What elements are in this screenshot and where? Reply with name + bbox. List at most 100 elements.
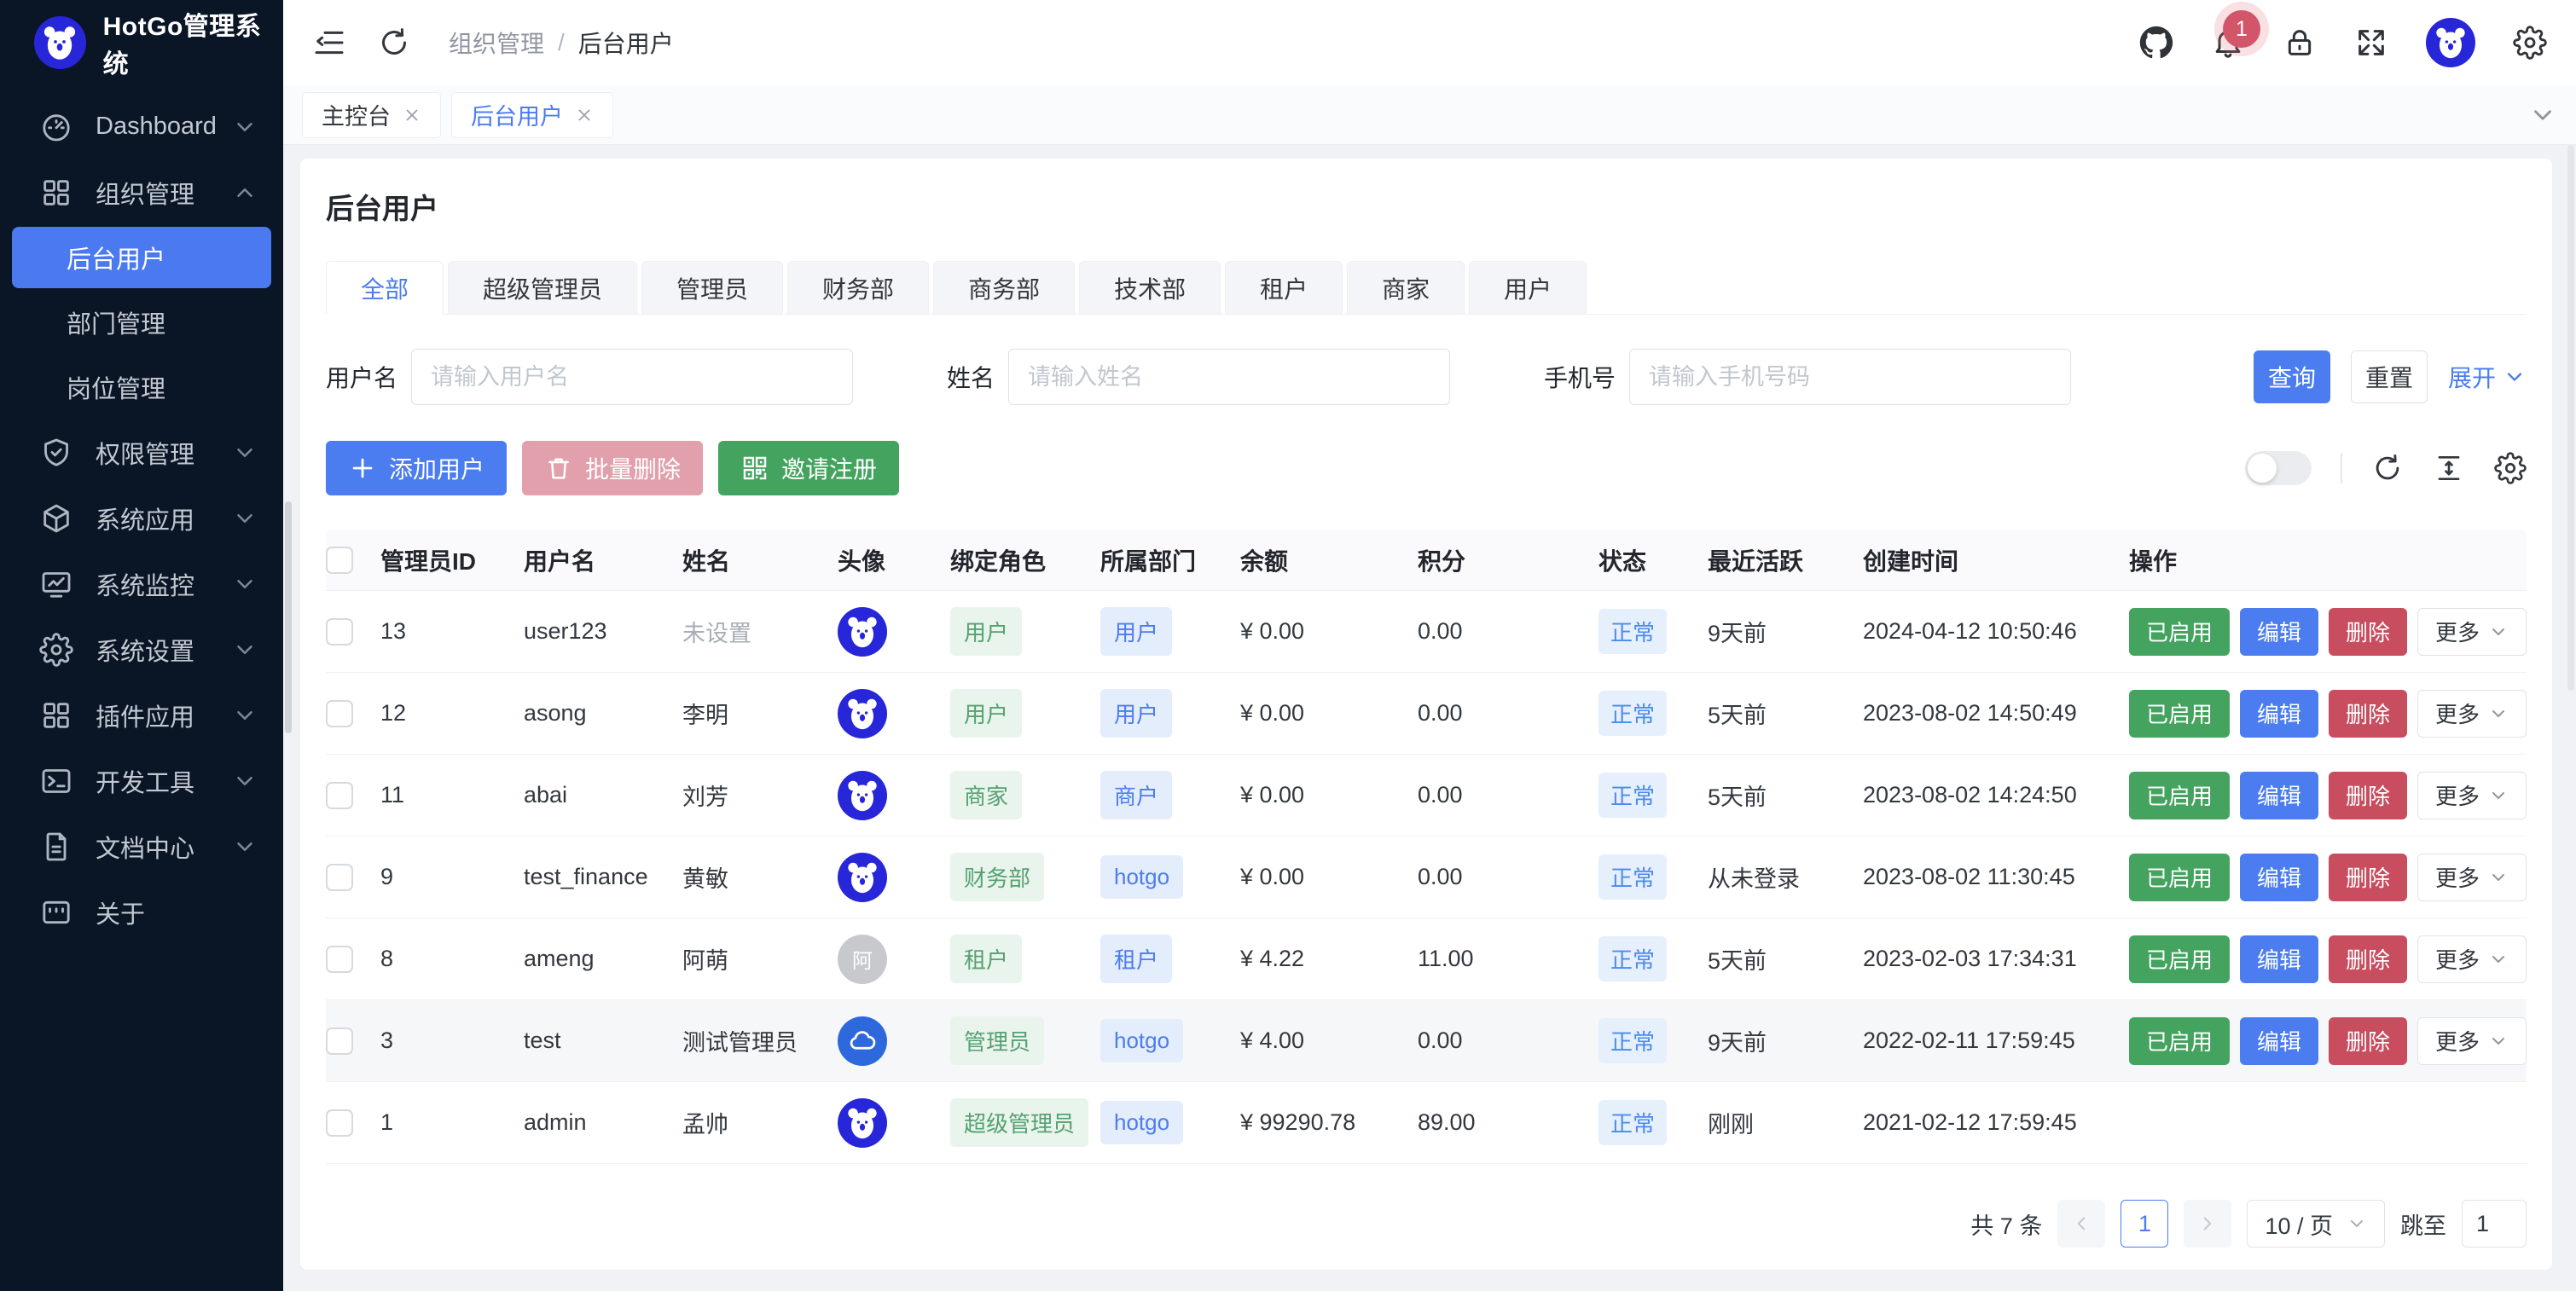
sidebar-item-about[interactable]: 关于 bbox=[0, 879, 283, 945]
delete-button[interactable]: 删除 bbox=[2329, 608, 2407, 656]
close-icon[interactable] bbox=[575, 106, 594, 124]
select-all-checkbox[interactable] bbox=[326, 547, 353, 574]
next-page-button[interactable] bbox=[2184, 1200, 2231, 1248]
sidebar-item-dev-tools[interactable]: 开发工具 bbox=[0, 748, 283, 813]
collapse-sidebar-icon[interactable] bbox=[312, 26, 346, 60]
sidebar-item-organization[interactable]: 组织管理 bbox=[0, 159, 283, 225]
table-row[interactable]: 11 abai 刘芳 商家 商户 ¥ 0.00 0.00 正常 5天前 2023… bbox=[326, 755, 2527, 837]
realname-input[interactable] bbox=[1008, 349, 1450, 405]
row-checkbox[interactable] bbox=[326, 1109, 353, 1137]
table-row[interactable]: 3 test 测试管理员 管理员 hotgo ¥ 4.00 0.00 正常 9天… bbox=[326, 1000, 2527, 1082]
delete-button[interactable]: 删除 bbox=[2329, 854, 2407, 901]
page-number-1[interactable]: 1 bbox=[2121, 1200, 2168, 1248]
table-row[interactable]: 13 user123 未设置 用户 用户 ¥ 0.00 0.00 正常 9天前 … bbox=[326, 591, 2527, 673]
delete-button[interactable]: 删除 bbox=[2329, 935, 2407, 983]
more-button[interactable]: 更多 bbox=[2417, 608, 2527, 656]
sidebar-scrollbar[interactable] bbox=[285, 501, 292, 733]
row-checkbox[interactable] bbox=[326, 1028, 353, 1055]
tab-list-chevron-icon[interactable] bbox=[2528, 101, 2557, 130]
table-row[interactable]: 1 admin 孟帅 超级管理员 hotgo ¥ 99290.78 89.00 … bbox=[326, 1082, 2527, 1164]
breadcrumb-current[interactable]: 后台用户 bbox=[578, 26, 674, 60]
invite-register-button[interactable]: 邀请注册 bbox=[718, 441, 899, 495]
row-checkbox[interactable] bbox=[326, 864, 353, 891]
delete-button[interactable]: 删除 bbox=[2329, 772, 2407, 819]
expand-filters-link[interactable]: 展开 bbox=[2448, 360, 2527, 394]
row-density-icon[interactable] bbox=[2433, 452, 2465, 484]
filter-tab[interactable]: 商家 bbox=[1347, 261, 1465, 314]
filter-tab[interactable]: 技术部 bbox=[1079, 261, 1221, 314]
fullscreen-icon[interactable] bbox=[2354, 26, 2388, 60]
window-scrollbar[interactable] bbox=[2567, 145, 2574, 691]
enabled-button[interactable]: 已启用 bbox=[2129, 608, 2230, 656]
page-size-select[interactable]: 10 / 页 bbox=[2247, 1200, 2385, 1248]
close-icon[interactable] bbox=[403, 106, 421, 124]
enabled-button[interactable]: 已启用 bbox=[2129, 1017, 2230, 1065]
prev-page-button[interactable] bbox=[2057, 1200, 2105, 1248]
notifications-button[interactable]: 1 bbox=[2211, 26, 2245, 60]
add-user-button[interactable]: 添加用户 bbox=[326, 441, 507, 495]
logo-koala-icon bbox=[34, 16, 86, 69]
striped-toggle[interactable] bbox=[2245, 451, 2312, 485]
tab-backend-users[interactable]: 后台用户 bbox=[451, 92, 613, 138]
edit-button[interactable]: 编辑 bbox=[2240, 608, 2318, 656]
batch-delete-button[interactable]: 批量删除 bbox=[522, 441, 703, 495]
sidebar-item-plugins[interactable]: 插件应用 bbox=[0, 682, 283, 748]
reset-button[interactable]: 重置 bbox=[2351, 350, 2428, 403]
username-input[interactable] bbox=[411, 349, 853, 405]
edit-button[interactable]: 编辑 bbox=[2240, 772, 2318, 819]
sidebar-item-permission[interactable]: 权限管理 bbox=[0, 420, 283, 485]
breadcrumb-parent[interactable]: 组织管理 bbox=[449, 26, 544, 60]
sidebar-item-backend-users[interactable]: 后台用户 bbox=[12, 227, 271, 288]
more-button[interactable]: 更多 bbox=[2417, 690, 2527, 738]
filter-tab[interactable]: 管理员 bbox=[641, 261, 783, 314]
mobile-input[interactable] bbox=[1629, 349, 2071, 405]
more-button[interactable]: 更多 bbox=[2417, 935, 2527, 983]
lock-screen-icon[interactable] bbox=[2283, 26, 2317, 60]
more-button[interactable]: 更多 bbox=[2417, 1017, 2527, 1065]
query-button[interactable]: 查询 bbox=[2254, 350, 2330, 403]
sidebar: HotGo管理系统 Dashboard 组织管理 后台用户 部门管理 岗位管理 … bbox=[0, 0, 283, 1291]
sidebar-item-post[interactable]: 岗位管理 bbox=[0, 355, 283, 420]
sidebar-item-system-settings[interactable]: 系统设置 bbox=[0, 617, 283, 682]
delete-button[interactable]: 删除 bbox=[2329, 1017, 2407, 1065]
enabled-button[interactable]: 已启用 bbox=[2129, 772, 2230, 819]
sidebar-item-department[interactable]: 部门管理 bbox=[0, 290, 283, 355]
filter-tab[interactable]: 租户 bbox=[1225, 261, 1343, 314]
edit-button[interactable]: 编辑 bbox=[2240, 935, 2318, 983]
filter-tab[interactable]: 用户 bbox=[1469, 261, 1587, 314]
column-settings-gear-icon[interactable] bbox=[2494, 452, 2527, 484]
app-logo[interactable]: HotGo管理系统 bbox=[0, 0, 283, 85]
sidebar-item-system-app[interactable]: 系统应用 bbox=[0, 485, 283, 551]
enabled-button[interactable]: 已启用 bbox=[2129, 854, 2230, 901]
filter-tab[interactable]: 全部 bbox=[326, 261, 444, 315]
edit-button[interactable]: 编辑 bbox=[2240, 690, 2318, 738]
row-checkbox[interactable] bbox=[326, 946, 353, 973]
edit-button[interactable]: 编辑 bbox=[2240, 854, 2318, 901]
cell-balance: ¥ 0.00 bbox=[1240, 700, 1304, 727]
table-row[interactable]: 9 test_finance 黄敏 财务部 hotgo ¥ 0.00 0.00 … bbox=[326, 837, 2527, 918]
enabled-button[interactable]: 已启用 bbox=[2129, 935, 2230, 983]
user-avatar[interactable] bbox=[2426, 18, 2475, 67]
more-button[interactable]: 更多 bbox=[2417, 854, 2527, 901]
filter-tab[interactable]: 财务部 bbox=[787, 261, 929, 314]
more-button[interactable]: 更多 bbox=[2417, 772, 2527, 819]
sidebar-item-dashboard[interactable]: Dashboard bbox=[0, 94, 283, 159]
table-row[interactable]: 12 asong 李明 用户 用户 ¥ 0.00 0.00 正常 5天前 202… bbox=[326, 673, 2527, 755]
sidebar-item-docs[interactable]: 文档中心 bbox=[0, 813, 283, 879]
enabled-button[interactable]: 已启用 bbox=[2129, 690, 2230, 738]
table-row[interactable]: 8 ameng 阿萌 阿 租户 租户 ¥ 4.22 11.00 正常 5天前 2… bbox=[326, 918, 2527, 1000]
tab-console[interactable]: 主控台 bbox=[302, 92, 441, 138]
refresh-page-icon[interactable] bbox=[377, 26, 411, 60]
github-icon[interactable] bbox=[2139, 26, 2173, 60]
row-checkbox[interactable] bbox=[326, 618, 353, 646]
jump-page-input[interactable] bbox=[2462, 1200, 2527, 1248]
row-checkbox[interactable] bbox=[326, 782, 353, 809]
delete-button[interactable]: 删除 bbox=[2329, 690, 2407, 738]
filter-tab[interactable]: 商务部 bbox=[933, 261, 1075, 314]
filter-tab[interactable]: 超级管理员 bbox=[448, 261, 637, 314]
sidebar-item-system-monitor[interactable]: 系统监控 bbox=[0, 551, 283, 617]
edit-button[interactable]: 编辑 bbox=[2240, 1017, 2318, 1065]
reload-table-icon[interactable] bbox=[2371, 452, 2404, 484]
settings-gear-icon[interactable] bbox=[2513, 26, 2547, 60]
row-checkbox[interactable] bbox=[326, 700, 353, 727]
